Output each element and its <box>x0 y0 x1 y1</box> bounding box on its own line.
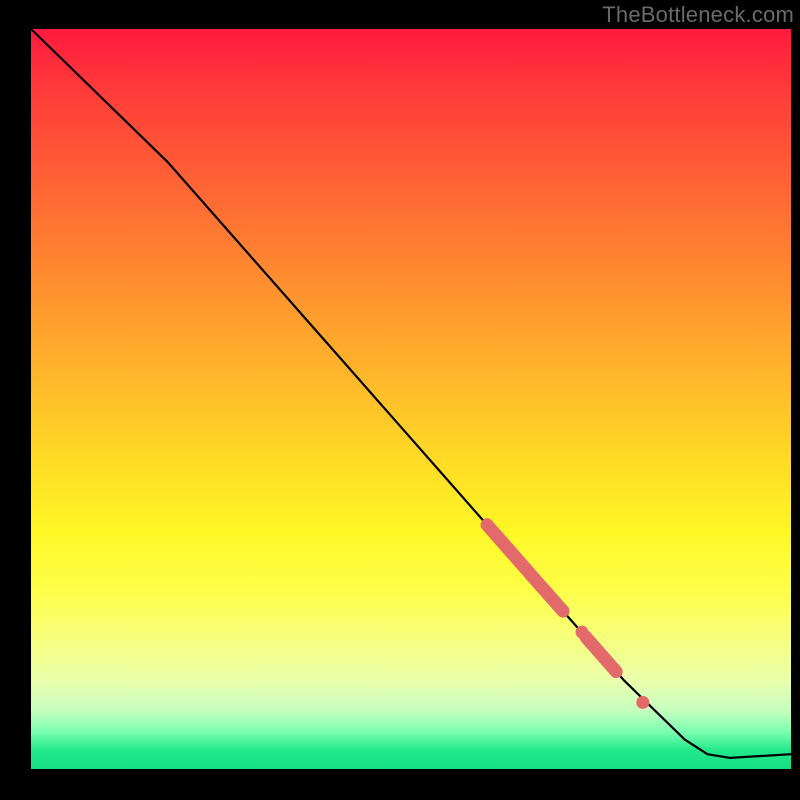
chart-container: TheBottleneck.com <box>0 0 800 800</box>
chart-overlay-svg <box>0 0 800 800</box>
marker-dense-segment <box>487 525 563 611</box>
curve-line <box>31 29 791 758</box>
marker-dot <box>576 626 589 639</box>
marker-dense-segment <box>586 637 616 672</box>
marker-dot <box>636 696 649 709</box>
